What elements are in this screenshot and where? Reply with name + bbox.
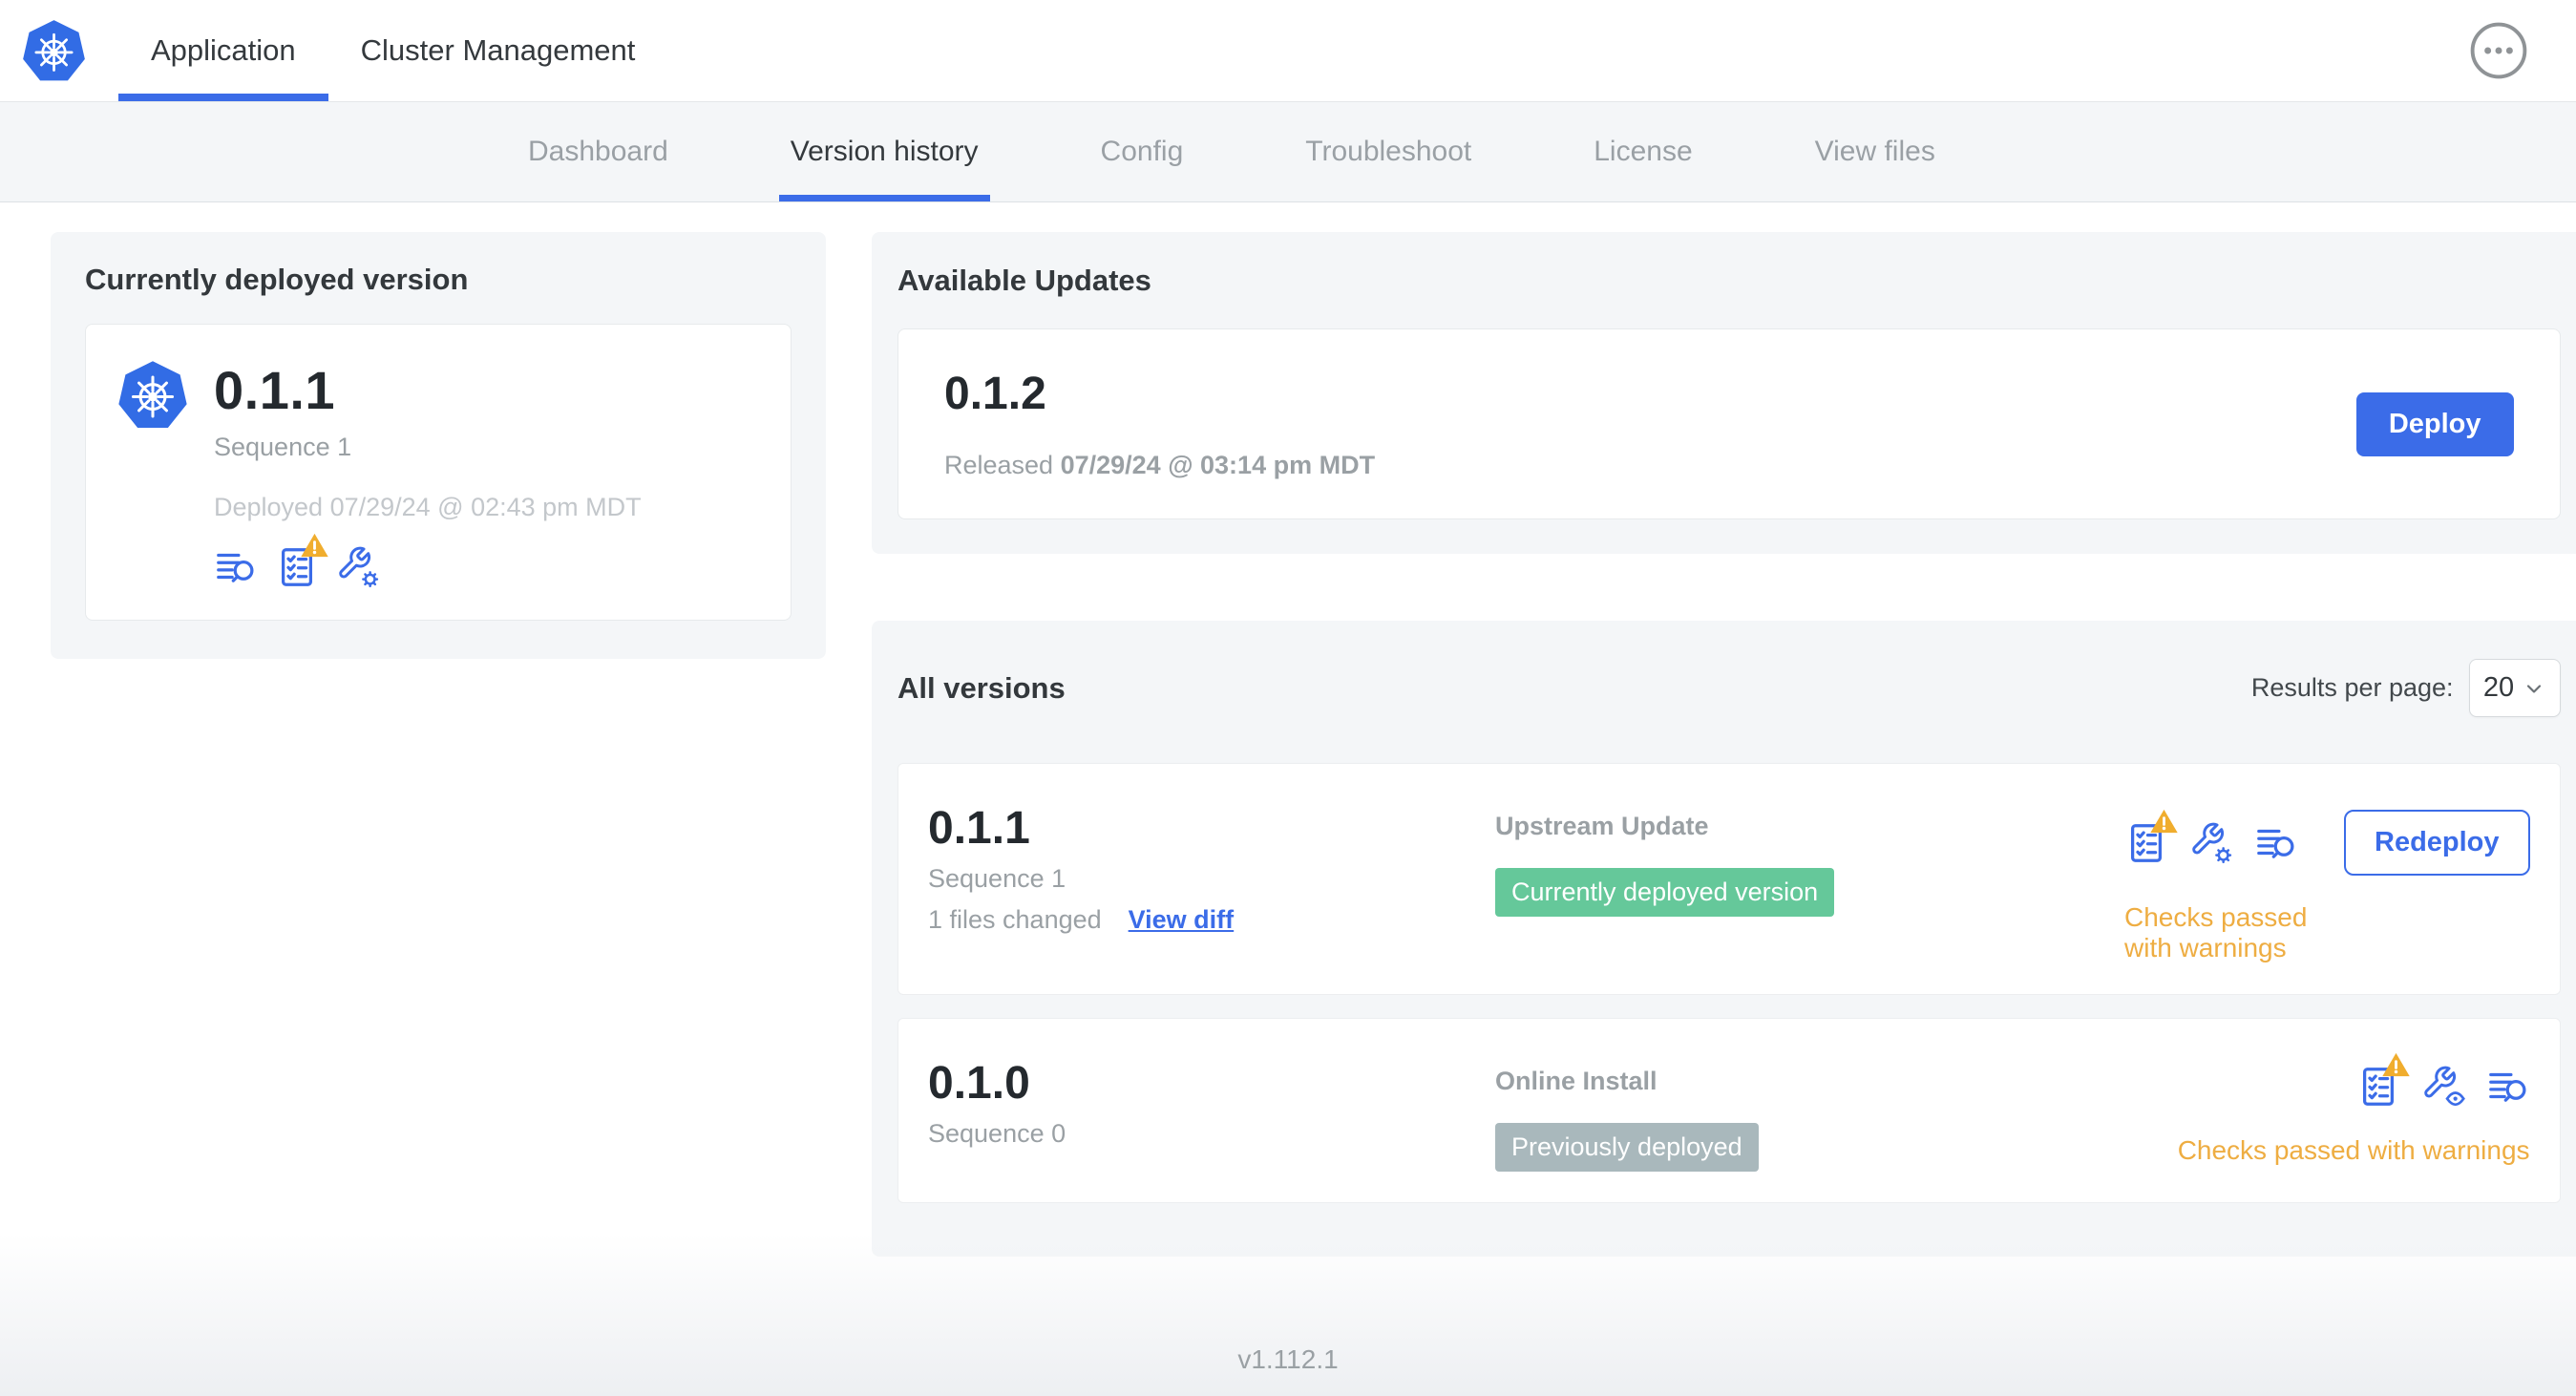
files-changed-label: 1 files changed: [928, 905, 1102, 934]
tab-config[interactable]: Config: [1089, 102, 1195, 201]
wrench-gear-icon[interactable]: [336, 545, 380, 589]
warning-triangle-icon: [2381, 1050, 2411, 1080]
version-history-page: Currently deployed version 0.1.1 Sequenc…: [0, 202, 2576, 1257]
console-version: v1.112.1: [1237, 1344, 1339, 1374]
view-diff-link[interactable]: View diff: [1129, 905, 1235, 935]
current-version-sequence: Sequence 1: [214, 433, 352, 461]
row-version-number: 0.1.0: [928, 1058, 1030, 1109]
logs-icon[interactable]: [2486, 1065, 2530, 1109]
tab-application[interactable]: Application: [118, 0, 328, 101]
preflight-checklist-icon[interactable]: [275, 545, 319, 589]
preflight-status-text[interactable]: Checks passed with warnings: [2178, 1135, 2530, 1166]
results-per-page-label: Results per page:: [2250, 673, 2454, 702]
kubernetes-logo: [21, 18, 87, 84]
version-row-0-1-1: 0.1.1 Sequence 1 1 files changed View di…: [897, 763, 2561, 995]
header-tabs: Application Cluster Management: [118, 0, 667, 101]
warning-triangle-icon: [2149, 807, 2179, 836]
current-version-number: 0.1.1: [214, 360, 336, 420]
preflight-checklist-icon[interactable]: [2124, 821, 2168, 865]
tab-view-files[interactable]: View files: [1804, 102, 1947, 201]
row-sequence: Sequence 1: [928, 864, 1066, 893]
top-nav-bar: Application Cluster Management: [0, 0, 2576, 102]
tab-cluster-management[interactable]: Cluster Management: [328, 0, 668, 101]
redeploy-button[interactable]: Redeploy: [2344, 810, 2530, 876]
available-updates-title: Available Updates: [897, 264, 1151, 297]
deploy-button[interactable]: Deploy: [2355, 391, 2514, 456]
row-version-number: 0.1.1: [928, 803, 1030, 854]
row-source-label: Online Install: [1495, 1067, 1658, 1095]
preflight-status-text[interactable]: Checks passed with warnings: [2124, 902, 2530, 963]
wrench-eye-icon[interactable]: [2421, 1065, 2465, 1109]
results-per-page-select[interactable]: 20: [2468, 659, 2561, 717]
tab-version-history[interactable]: Version history: [778, 102, 990, 201]
previously-deployed-badge: Previously deployed: [1495, 1123, 1759, 1172]
app-subnav: Dashboard Version history Config Trouble…: [0, 102, 2576, 202]
tab-troubleshoot[interactable]: Troubleshoot: [1294, 102, 1483, 201]
logs-icon[interactable]: [214, 545, 258, 589]
tab-license[interactable]: License: [1582, 102, 1703, 201]
update-released-at: Released 07/29/24 @ 03:14 pm MDT: [944, 451, 1376, 479]
current-version-deployed-at: Deployed 07/29/24 @ 02:43 pm MDT: [214, 493, 642, 521]
update-row: 0.1.2 Released 07/29/24 @ 03:14 pm MDT D…: [897, 328, 2561, 519]
preflight-checklist-icon[interactable]: [2356, 1065, 2400, 1109]
tab-dashboard[interactable]: Dashboard: [517, 102, 680, 201]
ellipsis-icon: [2469, 21, 2528, 80]
logs-icon[interactable]: [2254, 821, 2298, 865]
overflow-menu-button[interactable]: [2469, 21, 2528, 80]
version-row-0-1-0: 0.1.0 Sequence 0 Online Install Previous…: [897, 1018, 2561, 1203]
footer: v1.112.1: [0, 1234, 2576, 1396]
all-versions-card: All versions Results per page: 20 0.1.1 …: [872, 621, 2576, 1257]
results-per-page: Results per page: 20: [2251, 659, 2561, 717]
wrench-gear-icon[interactable]: [2189, 821, 2233, 865]
row-source-label: Upstream Update: [1495, 812, 1709, 840]
currently-deployed-badge: Currently deployed version: [1495, 868, 1835, 917]
row-sequence: Sequence 0: [928, 1119, 1066, 1148]
available-updates-card: Available Updates 0.1.2 Released 07/29/2…: [872, 232, 2576, 554]
chevron-down-icon: [2523, 677, 2545, 700]
current-version-actions: [214, 545, 642, 589]
currently-deployed-card: Currently deployed version 0.1.1 Sequenc…: [51, 232, 826, 659]
current-version-detail: 0.1.1 Sequence 1 Deployed 07/29/24 @ 02:…: [85, 324, 792, 621]
currently-deployed-title: Currently deployed version: [85, 263, 469, 296]
update-version-number: 0.1.2: [944, 369, 1046, 419]
warning-triangle-icon: [300, 531, 329, 561]
all-versions-title: All versions: [897, 670, 1066, 705]
right-column: Available Updates 0.1.2 Released 07/29/2…: [872, 232, 2576, 1257]
kubernetes-app-icon: [116, 359, 189, 432]
